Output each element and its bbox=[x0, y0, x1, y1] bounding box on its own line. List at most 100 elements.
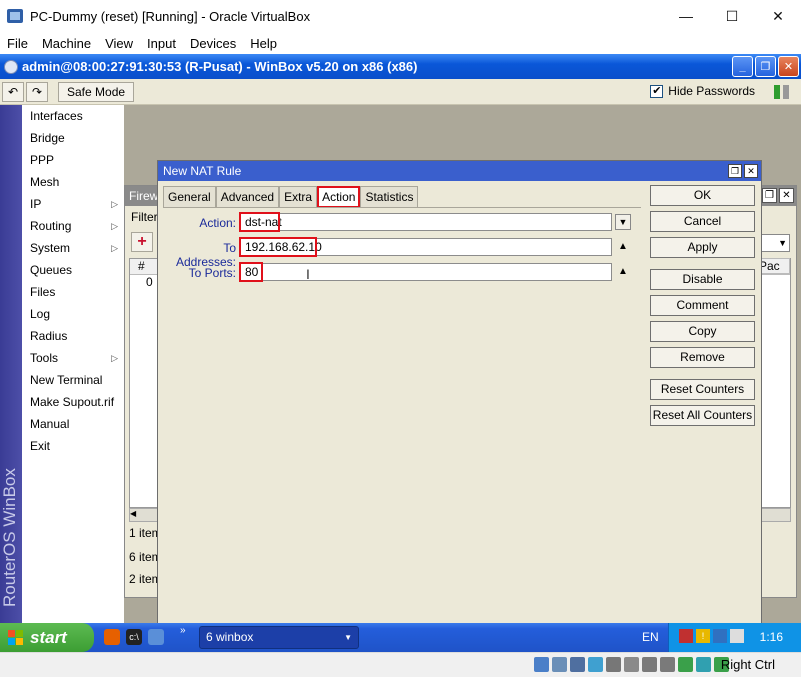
clock[interactable]: 1:16 bbox=[760, 630, 783, 644]
close-button[interactable]: ✕ bbox=[755, 0, 801, 32]
sidebar-item-new-terminal[interactable]: New Terminal bbox=[22, 369, 124, 391]
disable-button[interactable]: Disable bbox=[650, 269, 755, 290]
hide-passwords-toggle[interactable]: ✔ Hide Passwords bbox=[650, 84, 755, 98]
sidebar-item-tools[interactable]: Tools ▷ bbox=[22, 347, 124, 369]
warning-icon[interactable]: ! bbox=[696, 629, 710, 643]
sidebar-item-ppp[interactable]: PPP bbox=[22, 149, 124, 171]
menu-devices[interactable]: Devices bbox=[183, 36, 243, 51]
copy-button[interactable]: Copy bbox=[650, 321, 755, 342]
settings-icon[interactable] bbox=[730, 629, 744, 643]
sidebar-item-mesh[interactable]: Mesh bbox=[22, 171, 124, 193]
language-indicator[interactable]: EN bbox=[642, 630, 659, 644]
submenu-arrow-icon: ▷ bbox=[111, 199, 118, 209]
firewall-close-button[interactable]: ✕ bbox=[779, 188, 794, 203]
redo-button[interactable]: ↷ bbox=[26, 81, 48, 102]
apply-button[interactable]: Apply bbox=[650, 237, 755, 258]
host-window-title: PC-Dummy (reset) [Running] - Oracle Virt… bbox=[30, 8, 311, 24]
sidebar-item-files[interactable]: Files bbox=[22, 281, 124, 303]
menu-view[interactable]: View bbox=[98, 36, 140, 51]
submenu-arrow-icon: ▷ bbox=[111, 353, 118, 363]
chevron-right-icon[interactable]: » bbox=[180, 625, 186, 636]
hide-passwords-checkbox[interactable]: ✔ bbox=[650, 84, 664, 98]
menu-help[interactable]: Help bbox=[243, 36, 284, 51]
tab-general[interactable]: General bbox=[163, 186, 216, 208]
remove-button[interactable]: Remove bbox=[650, 347, 755, 368]
undo-icon: ↶ bbox=[7, 84, 19, 99]
hard-disk-icon[interactable] bbox=[534, 657, 549, 672]
sidebar-item-log[interactable]: Log bbox=[22, 303, 124, 325]
start-button[interactable]: start bbox=[0, 623, 94, 652]
recording-icon[interactable] bbox=[660, 657, 675, 672]
tab-filter[interactable]: Filter bbox=[131, 210, 158, 224]
collapse-arrow-icon[interactable]: ▲ bbox=[618, 266, 628, 277]
reset-counters-button[interactable]: Reset Counters bbox=[650, 379, 755, 400]
winbox-restore-button[interactable]: ❐ bbox=[755, 56, 776, 77]
ok-button[interactable]: OK bbox=[650, 185, 755, 206]
sidebar-item-interfaces[interactable]: Interfaces bbox=[22, 105, 124, 127]
undo-button[interactable]: ↶ bbox=[2, 81, 24, 102]
tab-action[interactable]: Action bbox=[317, 186, 361, 208]
sidebar-item-queues[interactable]: Queues bbox=[22, 259, 124, 281]
sidebar-item-exit[interactable]: Exit bbox=[22, 435, 124, 457]
menu-file[interactable]: File bbox=[0, 36, 35, 51]
tab-advanced[interactable]: Advanced bbox=[215, 186, 280, 208]
sidebar-item-make-supout[interactable]: Make Supout.rif bbox=[22, 391, 124, 413]
action-dropdown-button[interactable]: ▼ bbox=[615, 214, 631, 230]
add-rule-button[interactable]: + bbox=[131, 232, 153, 252]
reset-all-counters-button[interactable]: Reset All Counters bbox=[650, 405, 755, 426]
winbox-launcher-icon[interactable] bbox=[148, 629, 164, 645]
collapse-arrow-icon[interactable]: ▲ bbox=[618, 241, 628, 252]
command-prompt-icon[interactable]: c:\ bbox=[126, 629, 142, 645]
tab-extra[interactable]: Extra bbox=[279, 186, 318, 208]
winbox-minimize-button[interactable]: _ bbox=[732, 56, 753, 77]
nat-dialog-restore-button[interactable]: ❐ bbox=[728, 164, 742, 178]
sidebar-item-ip[interactable]: IP ▷ bbox=[22, 193, 124, 215]
minimize-button[interactable]: — bbox=[663, 0, 709, 32]
network-icon[interactable] bbox=[679, 629, 693, 643]
sidebar-item-routing[interactable]: Routing ▷ bbox=[22, 215, 124, 237]
taskbar: start c:\ » 6 winbox ▼ EN ! 1:16 bbox=[0, 623, 801, 652]
submenu-arrow-icon: ▷ bbox=[111, 221, 118, 231]
host-title-bar: PC-Dummy (reset) [Running] - Oracle Virt… bbox=[0, 0, 801, 32]
network-adapter-icon[interactable] bbox=[588, 657, 603, 672]
comment-button[interactable]: Comment bbox=[650, 295, 755, 316]
virtualbox-icon bbox=[7, 9, 23, 23]
guest-screen: admin@08:00:27:91:30:53 (R-Pusat) - WinB… bbox=[0, 54, 801, 652]
submenu-arrow-icon: ▷ bbox=[111, 243, 118, 253]
to-ports-input[interactable]: 80 bbox=[240, 263, 612, 281]
winbox-app-icon bbox=[4, 59, 18, 74]
menu-machine[interactable]: Machine bbox=[35, 36, 98, 51]
tab-statistics[interactable]: Statistics bbox=[360, 186, 419, 208]
firewall-restore-button[interactable]: ❐ bbox=[762, 188, 777, 203]
maximize-button[interactable]: ☐ bbox=[709, 0, 755, 32]
usb-icon[interactable] bbox=[606, 657, 621, 672]
sidebar-item-system[interactable]: System ▷ bbox=[22, 237, 124, 259]
menu-input[interactable]: Input bbox=[140, 36, 183, 51]
winbox-close-button[interactable]: ✕ bbox=[778, 56, 799, 77]
safe-mode-button[interactable]: Safe Mode bbox=[58, 81, 135, 102]
firefox-icon[interactable] bbox=[104, 629, 120, 645]
new-nat-rule-dialog[interactable]: New NAT Rule ❐ ✕ General Advanced Extra … bbox=[157, 160, 762, 652]
chevron-down-icon: ▼ bbox=[344, 633, 352, 642]
chevron-down-icon: ▼ bbox=[618, 217, 628, 227]
cancel-button[interactable]: Cancel bbox=[650, 211, 755, 232]
audio-icon[interactable] bbox=[570, 657, 585, 672]
action-select[interactable]: dst-nat bbox=[240, 213, 612, 231]
cpu-icon[interactable] bbox=[678, 657, 693, 672]
mouse-integration-icon[interactable] bbox=[696, 657, 711, 672]
redo-icon: ↷ bbox=[31, 84, 43, 99]
shared-folder-icon[interactable] bbox=[624, 657, 639, 672]
host-status-bar: Right Ctrl bbox=[0, 652, 801, 677]
text-cursor-icon: I bbox=[306, 266, 310, 282]
nat-dialog-close-button[interactable]: ✕ bbox=[744, 164, 758, 178]
sidebar-item-manual[interactable]: Manual bbox=[22, 413, 124, 435]
taskbar-winbox-group[interactable]: 6 winbox ▼ bbox=[199, 626, 359, 649]
sidebar-item-radius[interactable]: Radius bbox=[22, 325, 124, 347]
connection-status-icon bbox=[774, 85, 789, 99]
display-icon[interactable] bbox=[642, 657, 657, 672]
security-icon[interactable] bbox=[713, 629, 727, 643]
to-addresses-label: To Addresses: bbox=[175, 241, 236, 269]
optical-drive-icon[interactable] bbox=[552, 657, 567, 672]
winbox-side-menu: Interfaces Bridge PPP Mesh IP ▷ Routing ▷ … bbox=[22, 105, 124, 623]
sidebar-item-bridge[interactable]: Bridge bbox=[22, 127, 124, 149]
